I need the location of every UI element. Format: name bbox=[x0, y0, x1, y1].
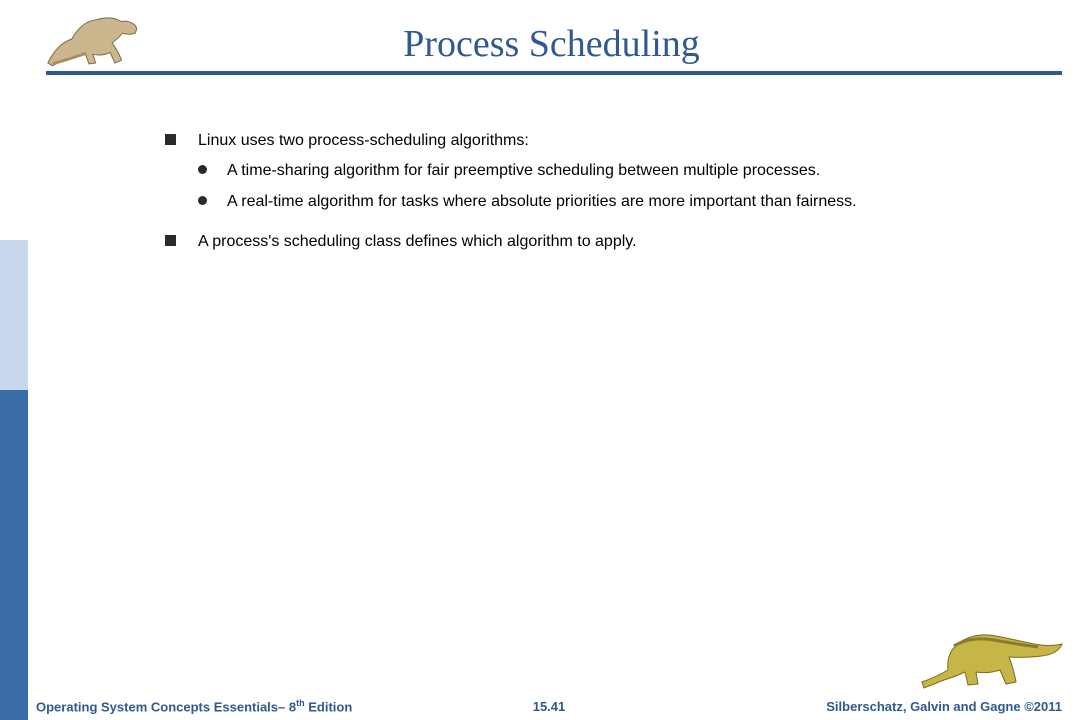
bullet-text: Linux uses two process-scheduling algori… bbox=[198, 130, 1020, 152]
sub-bullet-group: A time-sharing algorithm for fair preemp… bbox=[198, 160, 1020, 213]
footer-right: Silberschatz, Galvin and Gagne ©2011 bbox=[599, 699, 1062, 714]
slide-header: Process Scheduling bbox=[28, 0, 1080, 75]
footer-left-post: Edition bbox=[305, 699, 353, 714]
left-accent-mid bbox=[0, 240, 28, 390]
bullet-level1: Linux uses two process-scheduling algori… bbox=[165, 130, 1020, 152]
footer-left-sup: th bbox=[296, 698, 305, 708]
dinosaur-top-icon bbox=[43, 10, 158, 68]
bullet-level1: A process's scheduling class defines whi… bbox=[165, 231, 1020, 253]
slide: Process Scheduling Linux uses two proces… bbox=[0, 0, 1080, 720]
dot-bullet-icon bbox=[198, 196, 207, 205]
title-underline bbox=[46, 71, 1062, 75]
bullet-text: A time-sharing algorithm for fair preemp… bbox=[227, 160, 1020, 182]
slide-body: Linux uses two process-scheduling algori… bbox=[165, 130, 1020, 260]
footer-center: 15.41 bbox=[499, 699, 599, 714]
title-row: Process Scheduling bbox=[28, 10, 1080, 68]
bullet-level2: A time-sharing algorithm for fair preemp… bbox=[198, 160, 1020, 182]
square-bullet-icon bbox=[165, 134, 176, 145]
slide-footer: Operating System Concepts Essentials– 8t… bbox=[0, 682, 1080, 720]
square-bullet-icon bbox=[165, 235, 176, 246]
dot-bullet-icon bbox=[198, 165, 207, 174]
bullet-text: A real-time algorithm for tasks where ab… bbox=[227, 191, 1020, 213]
slide-title: Process Scheduling bbox=[158, 22, 1060, 68]
footer-left-pre: Operating System Concepts Essentials– 8 bbox=[36, 699, 296, 714]
left-accent-top bbox=[0, 0, 28, 240]
footer-left: Operating System Concepts Essentials– 8t… bbox=[36, 698, 499, 714]
left-accent-bottom bbox=[0, 390, 28, 720]
bullet-level2: A real-time algorithm for tasks where ab… bbox=[198, 191, 1020, 213]
bullet-text: A process's scheduling class defines whi… bbox=[198, 231, 1020, 253]
